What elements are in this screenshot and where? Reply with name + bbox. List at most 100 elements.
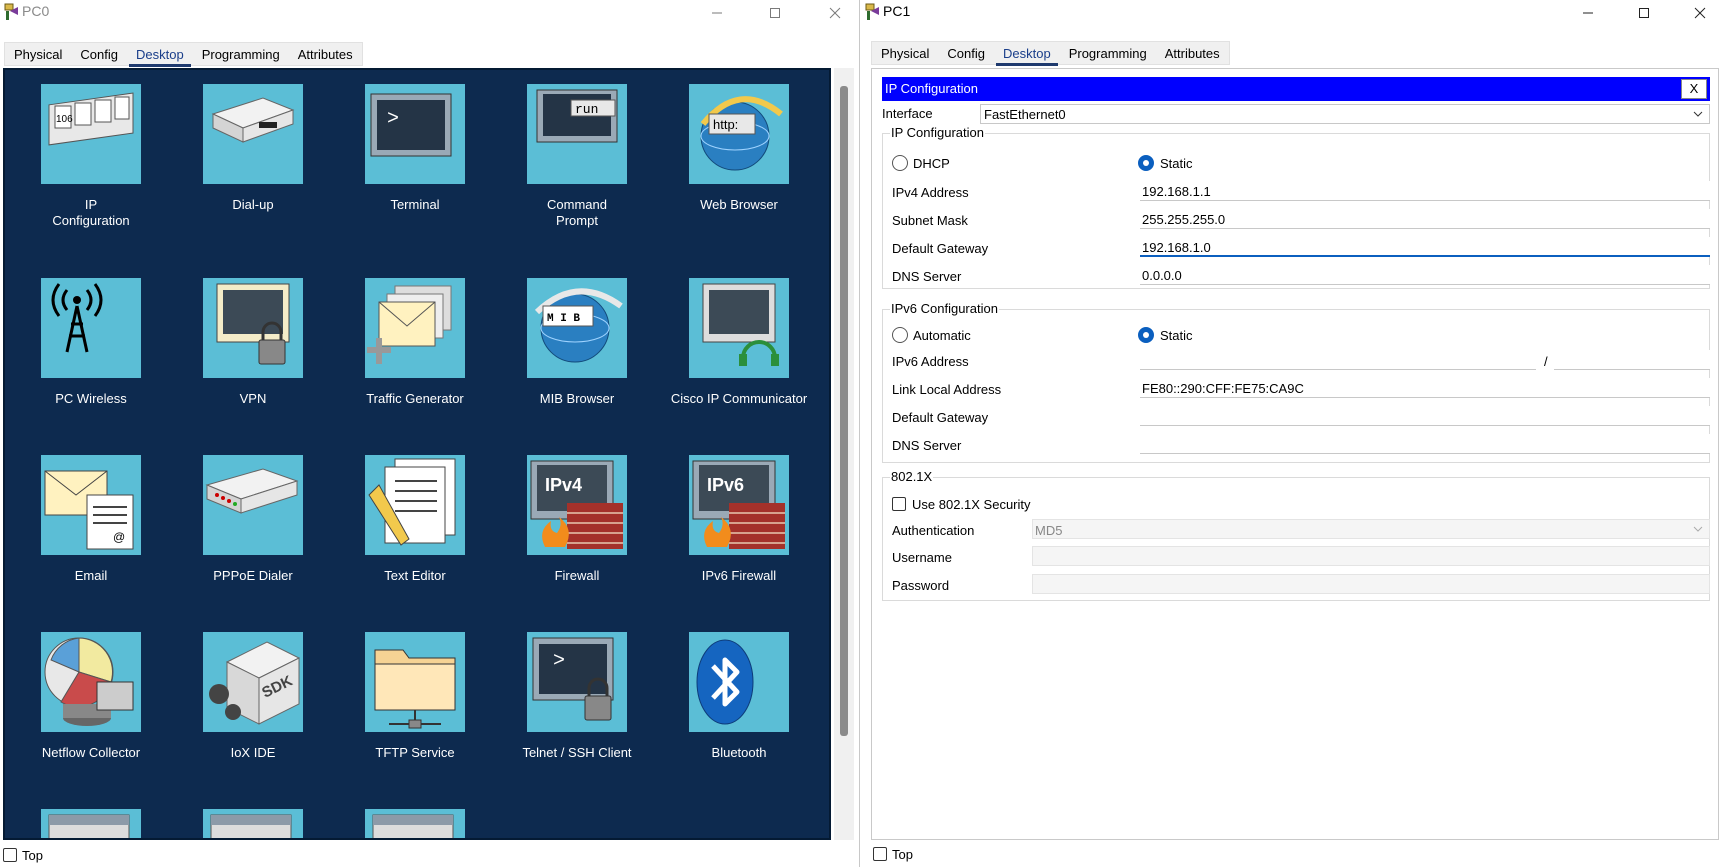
username-label: Username (892, 550, 952, 565)
top-checkbox[interactable] (873, 847, 887, 861)
desktop-app-label: Firewall (554, 568, 600, 583)
interface-select[interactable]: FastEthernet0 (980, 104, 1710, 124)
netflow-collector-icon[interactable] (41, 632, 141, 732)
desktop-app-label: VPN (239, 391, 267, 406)
ip-configuration-header: IP Configuration X (882, 77, 1710, 101)
wireless-tower-icon[interactable] (41, 278, 141, 378)
password-input (1032, 574, 1710, 594)
ipv6-gateway-input[interactable] (1140, 406, 1710, 426)
desktop-app-label: Text Editor (384, 568, 446, 583)
svg-text:http:: http: (713, 117, 738, 132)
top-checkbox[interactable] (3, 848, 17, 862)
ipv6-automatic-radio[interactable] (892, 327, 908, 343)
ip-config-icon[interactable]: 106 (41, 84, 141, 184)
desktop-app-label: Terminal (390, 197, 440, 212)
ipv6-address-label: IPv6 Address (892, 354, 969, 369)
desktop-app-grid: 106 IP Configuration Dial-up > Terminal run Co… (3, 68, 831, 840)
authentication-label: Authentication (892, 523, 975, 538)
desktop-app-label: Traffic Generator (366, 391, 464, 406)
ip-communicator-headset-icon[interactable] (689, 278, 789, 378)
window-app-icon[interactable] (365, 809, 465, 838)
ipv6-gateway-label: Default Gateway (892, 410, 989, 425)
vpn-monitor-lock-icon[interactable] (203, 278, 303, 378)
desktop-app-label: TFTP Service (375, 745, 455, 760)
scrollbar-thumb[interactable] (840, 86, 848, 736)
email-icon[interactable]: @ (41, 455, 141, 555)
tab-programming[interactable]: Programming (193, 43, 289, 65)
pc0-window: PC0 Physical Config Desktop Programming … (0, 0, 860, 867)
authentication-select: MD5 (1032, 519, 1710, 539)
window-app-icon[interactable] (203, 809, 303, 838)
desktop-app-label: PC Wireless (55, 391, 127, 406)
tab-desktop[interactable]: Desktop (127, 43, 193, 67)
dot1x-group-label: 802.1X (890, 469, 934, 484)
terminal-icon[interactable]: > (365, 84, 465, 184)
traffic-generator-icon[interactable] (365, 278, 465, 378)
tab-attributes[interactable]: Attributes (1156, 42, 1229, 64)
tab-attributes[interactable]: Attributes (289, 43, 362, 65)
ipv4-address-input[interactable]: 192.168.1.1 (1140, 181, 1710, 201)
link-local-input[interactable]: FE80::290:CFF:FE75:CA9C (1140, 378, 1710, 398)
window-app-icon[interactable] (41, 809, 141, 838)
vertical-scrollbar[interactable] (834, 68, 854, 840)
dhcp-radio[interactable] (892, 155, 908, 171)
tab-desktop[interactable]: Desktop (994, 42, 1060, 66)
firewall-icon[interactable]: IPv4 (527, 455, 627, 555)
subnet-mask-input[interactable]: 255.255.255.0 (1140, 209, 1710, 229)
dhcp-label: DHCP (913, 156, 950, 171)
tab-config[interactable]: Config (71, 43, 127, 65)
maximize-icon (770, 8, 780, 18)
ipv6-address-input[interactable] (1140, 350, 1536, 370)
minimize-button[interactable] (1565, 0, 1611, 26)
ipv4-dns-input[interactable]: 0.0.0.0 (1140, 265, 1710, 285)
desktop-app-label: Command Prompt (547, 197, 607, 228)
pc0-titlebar[interactable]: PC0 (0, 0, 859, 26)
svg-text:106: 106 (56, 114, 73, 125)
bluetooth-icon[interactable] (689, 632, 789, 732)
tab-physical[interactable]: Physical (872, 42, 938, 64)
prefix-separator: / (1544, 354, 1548, 369)
subnet-mask-label: Subnet Mask (892, 213, 968, 228)
desktop-app-label: IoX IDE (230, 745, 276, 760)
desktop-app-label: Telnet / SSH Client (522, 745, 632, 760)
maximize-icon (1639, 8, 1649, 18)
desktop-app-label: Email (74, 568, 108, 583)
desktop-app-label: Web Browser (700, 197, 778, 212)
mib-browser-icon[interactable]: M I B (527, 278, 627, 378)
pppoe-dialer-icon[interactable] (203, 455, 303, 555)
pc1-titlebar[interactable]: PC1 (861, 0, 1725, 26)
top-checkbox-label: Top (892, 847, 913, 862)
ipv6-group-label: IPv6 Configuration (890, 301, 999, 316)
iox-sdk-icon[interactable]: SDK (203, 632, 303, 732)
tftp-folder-icon[interactable] (365, 632, 465, 732)
close-button[interactable] (1677, 0, 1723, 26)
ipv4-gateway-input[interactable]: 192.168.1.0 (1140, 237, 1710, 257)
tab-programming[interactable]: Programming (1060, 42, 1156, 64)
ipv6-static-radio[interactable] (1138, 327, 1154, 343)
use-8021x-checkbox[interactable] (892, 497, 906, 511)
tab-physical[interactable]: Physical (5, 43, 71, 65)
ipv6-dns-input[interactable] (1140, 434, 1710, 454)
maximize-button[interactable] (1621, 0, 1667, 26)
telnet-ssh-icon[interactable]: > (527, 632, 627, 732)
svg-text:@: @ (113, 530, 125, 544)
ipv4-static-radio[interactable] (1138, 155, 1154, 171)
password-label: Password (892, 578, 950, 593)
pc1-window: PC1 Physical Config Desktop Programming … (861, 0, 1725, 867)
text-editor-icon[interactable] (365, 455, 465, 555)
command-prompt-icon[interactable]: run (527, 84, 627, 184)
svg-text:run: run (575, 102, 598, 117)
ipv6-firewall-icon[interactable]: IPv6 (689, 455, 789, 555)
modem-icon[interactable] (203, 84, 303, 184)
ipv6-prefix-input[interactable] (1554, 350, 1710, 370)
ipv6-dns-label: DNS Server (892, 438, 962, 453)
ipv6-static-label: Static (1160, 328, 1193, 343)
close-ip-config-button[interactable]: X (1681, 79, 1707, 99)
close-button[interactable] (812, 0, 858, 26)
close-icon (1694, 7, 1706, 19)
maximize-button[interactable] (752, 0, 798, 26)
minimize-button[interactable] (694, 0, 740, 26)
packet-tracer-pc-icon (865, 3, 879, 20)
web-browser-icon[interactable]: http: (689, 84, 789, 184)
tab-config[interactable]: Config (938, 42, 994, 64)
